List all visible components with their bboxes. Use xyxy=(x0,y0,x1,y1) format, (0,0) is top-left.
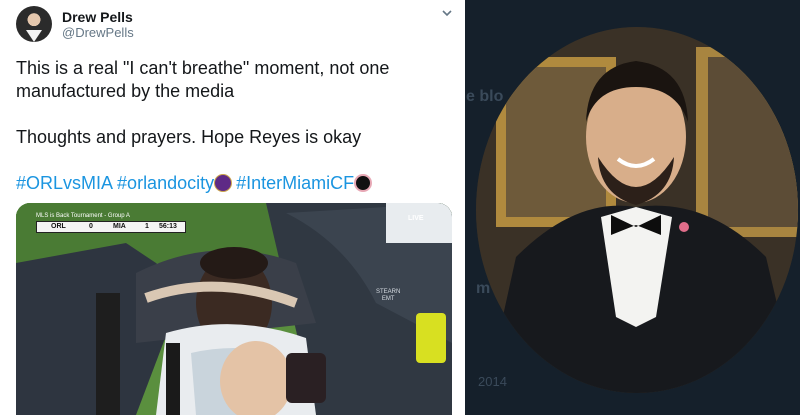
scoreline: ORL 0 MIA 1 56:13 xyxy=(36,221,186,233)
profile-photo[interactable] xyxy=(476,27,798,393)
live-badge: LIVE xyxy=(408,215,424,222)
hashtag-orlandocity[interactable]: #orlandocity xyxy=(117,173,214,193)
tweet-card: Drew Pells @DrewPells This is a real "I … xyxy=(0,0,465,415)
away-team: MIA xyxy=(113,223,126,230)
author-handle[interactable]: @DrewPells xyxy=(62,25,134,40)
orlando-city-crest-icon xyxy=(214,174,233,192)
tweet-line: Thoughts and prayers. Hope Reyes is okay xyxy=(16,127,362,147)
tweet-text: This is a real "I can't breathe" moment,… xyxy=(16,57,446,149)
shirt-text-line: STEARN xyxy=(376,289,401,295)
scorebug-title: MLS is Back Tournament - Group A xyxy=(36,213,130,219)
tweet-line: manufactured by the media xyxy=(16,81,235,101)
author-name[interactable]: Drew Pells xyxy=(62,9,133,25)
background-text: 2014 xyxy=(478,374,507,389)
scorebug: MLS is Back Tournament - Group A ORL 0 M… xyxy=(36,213,186,239)
shirt-text: STEARN EMT xyxy=(376,289,400,303)
hashtag-intermiamicf[interactable]: #InterMiamiCF xyxy=(236,173,354,193)
tweet-line: This is a real "I can't breathe" moment,… xyxy=(16,58,390,78)
inter-miami-crest-icon xyxy=(354,174,373,192)
hashtag-orlvsmia[interactable]: #ORLvsMIA xyxy=(16,173,112,193)
home-score: 0 xyxy=(89,223,93,230)
hashtags-row: #ORLvsMIA #orlandocity #InterMiamiCF xyxy=(16,172,376,195)
home-team: ORL xyxy=(51,223,66,230)
tweet-media-image[interactable]: MLS is Back Tournament - Group A ORL 0 M… xyxy=(16,203,452,415)
shirt-text-line: EMT xyxy=(381,296,395,302)
background-text: e blo xyxy=(466,88,504,105)
match-clock: 56:13 xyxy=(159,223,177,230)
man-in-tuxedo-photo xyxy=(476,27,798,393)
avatar[interactable] xyxy=(16,6,52,42)
background-text: m xyxy=(476,280,491,297)
chevron-down-icon[interactable] xyxy=(438,6,456,24)
away-score: 1 xyxy=(145,223,149,230)
